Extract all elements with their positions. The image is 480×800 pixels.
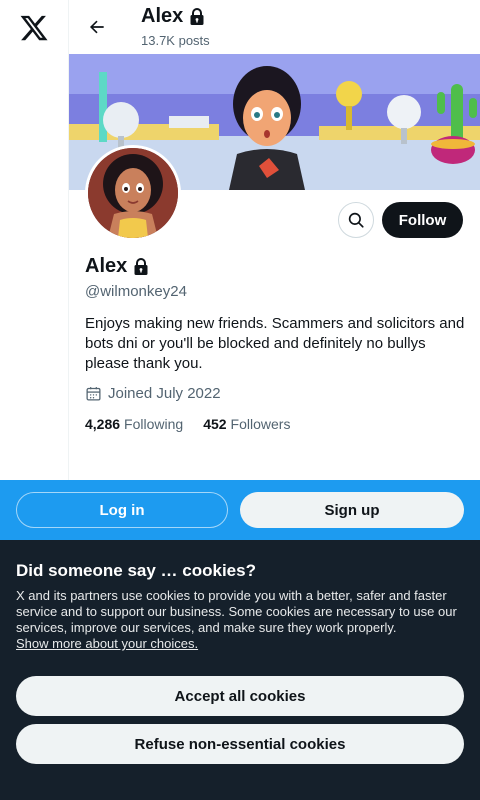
lock-icon: [190, 7, 204, 25]
followers-label: Followers: [230, 416, 291, 432]
cookie-text: X and its partners use cookies to provid…: [16, 588, 457, 635]
profile-header: Alex 13.7K posts: [69, 0, 480, 54]
auth-bar: Log in Sign up: [0, 480, 480, 540]
avatar-image: [88, 148, 178, 238]
cookie-title: Did someone say … cookies?: [16, 561, 256, 580]
back-arrow-icon: [89, 20, 104, 34]
followers-link[interactable]: 452 Followers: [203, 416, 290, 432]
left-rail: [0, 0, 69, 480]
login-button[interactable]: Log in: [16, 492, 228, 528]
signup-button[interactable]: Sign up: [240, 492, 464, 528]
calendar-icon: [86, 387, 101, 401]
accept-cookies-button[interactable]: Accept all cookies: [16, 676, 464, 716]
joined-date: Joined July 2022: [85, 385, 221, 402]
followers-count: 452: [203, 416, 227, 432]
profile-bio: Enjoys making new friends. Scammers and …: [85, 315, 465, 372]
back-button[interactable]: [81, 11, 113, 43]
following-link[interactable]: 4,286 Following: [85, 416, 183, 432]
search-icon: [348, 212, 364, 228]
cookie-banner: Did someone say … cookies? X and its par…: [0, 540, 480, 800]
lock-icon: [134, 257, 148, 275]
profile-handle: @wilmonkey24: [85, 283, 187, 300]
header-name: Alex: [141, 5, 184, 27]
follow-stats: 4,286 Following 452 Followers: [85, 416, 290, 432]
post-count: 13.7K posts: [141, 33, 210, 48]
following-label: Following: [124, 416, 184, 432]
x-logo-icon[interactable]: [19, 13, 49, 43]
joined-text: Joined July 2022: [108, 385, 221, 402]
profile-avatar[interactable]: [85, 145, 181, 241]
profile-name-row: Alex: [85, 255, 149, 278]
search-profile-button[interactable]: [338, 202, 374, 238]
cookie-choices-link[interactable]: Show more about your choices.: [16, 636, 468, 652]
following-count: 4,286: [85, 416, 121, 432]
header-title: Alex: [141, 5, 205, 28]
profile-name: Alex: [85, 255, 128, 277]
refuse-cookies-button[interactable]: Refuse non-essential cookies: [16, 724, 464, 764]
follow-button[interactable]: Follow: [382, 202, 463, 238]
cookie-description: X and its partners use cookies to provid…: [16, 588, 468, 652]
